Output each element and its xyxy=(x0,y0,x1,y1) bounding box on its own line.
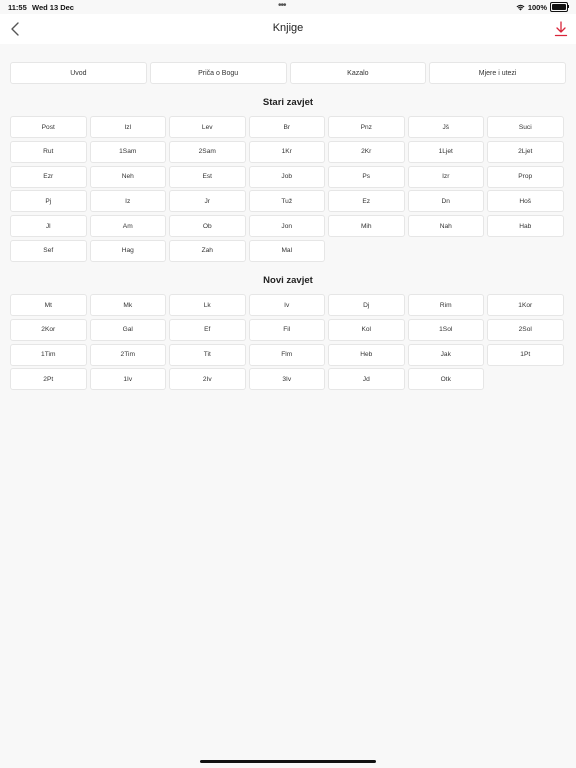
book-button[interactable]: Mk xyxy=(89,294,166,316)
book-button[interactable]: Iv xyxy=(248,294,325,316)
multitasking-dots-icon[interactable]: ••• xyxy=(278,0,286,11)
book-button[interactable]: Lk xyxy=(169,294,246,316)
book-button[interactable]: Kol xyxy=(328,318,405,341)
book-button[interactable]: Br xyxy=(248,116,325,138)
book-button[interactable]: Suci xyxy=(487,116,564,138)
book-button[interactable]: Flm xyxy=(248,343,325,366)
book-button[interactable]: Heb xyxy=(328,343,405,366)
book-button[interactable]: 1Sam xyxy=(89,140,166,163)
book-button[interactable]: Jr xyxy=(169,190,246,213)
book-button[interactable]: Ps xyxy=(328,165,405,188)
book-button[interactable]: 1Ljet xyxy=(407,140,484,163)
book-button[interactable]: Hab xyxy=(487,215,564,238)
home-indicator[interactable] xyxy=(200,760,376,763)
book-button[interactable]: Rut xyxy=(10,140,87,163)
book-button[interactable]: Nah xyxy=(407,215,484,238)
book-button[interactable]: 2Pt xyxy=(10,368,87,391)
book-button[interactable]: Pnz xyxy=(328,116,405,138)
book-button[interactable]: Jon xyxy=(248,215,325,238)
book-button[interactable]: Prop xyxy=(487,165,564,188)
tab-mjere-i-utezi[interactable]: Mjere i utezi xyxy=(429,62,566,84)
book-button[interactable]: Jak xyxy=(407,343,484,366)
battery-icon xyxy=(550,2,569,12)
book-button[interactable]: 2Sol xyxy=(487,318,564,341)
section-title-old-testament: Stari zavjet xyxy=(262,97,314,108)
book-button[interactable]: 1Kr xyxy=(248,140,325,163)
top-tabs: Uvod Priča o Bogu Kazalo Mjere i utezi xyxy=(10,62,566,84)
book-button[interactable]: 2Kor xyxy=(10,318,87,341)
book-button[interactable]: Gal xyxy=(89,318,166,341)
book-button[interactable]: Am xyxy=(89,215,166,238)
book-button[interactable]: Hag xyxy=(89,239,166,262)
book-button[interactable]: 2Iv xyxy=(169,368,246,391)
book-button[interactable]: Mt xyxy=(10,294,87,316)
book-button[interactable]: Tit xyxy=(169,343,246,366)
book-button[interactable]: Mal xyxy=(248,239,325,262)
book-button[interactable]: 1Tim xyxy=(10,343,87,366)
book-button[interactable]: Ob xyxy=(169,215,246,238)
book-button[interactable]: Iz xyxy=(89,190,166,213)
status-right: 100% xyxy=(516,2,569,12)
book-button[interactable]: Ez xyxy=(328,190,405,213)
book-button[interactable]: Mih xyxy=(328,215,405,238)
book-button[interactable]: Est xyxy=(169,165,246,188)
book-button[interactable]: Post xyxy=(10,116,87,138)
book-button[interactable]: Ef xyxy=(169,318,246,341)
tab-prica-o-bogu[interactable]: Priča o Bogu xyxy=(149,62,287,84)
book-button[interactable]: Dn xyxy=(407,190,484,213)
book-button[interactable]: Lev xyxy=(169,116,246,138)
book-button[interactable]: Izl xyxy=(89,116,166,138)
book-button[interactable]: 3Iv xyxy=(248,368,325,391)
book-button[interactable]: 2Kr xyxy=(328,140,405,163)
section-title-new-testament: Novi zavjet xyxy=(263,275,313,286)
book-button[interactable]: Sef xyxy=(10,239,87,262)
book-button[interactable]: Zah xyxy=(169,239,246,262)
download-icon[interactable] xyxy=(554,21,568,37)
book-button[interactable]: 1Kor xyxy=(487,294,564,316)
book-button[interactable]: Job xyxy=(248,165,325,188)
new-testament-grid: Mt Mk Lk Iv Dj Rim 1Kor 2Kor Gal Ef Fil Kol 1Sol 2Sol… xyxy=(10,294,566,391)
book-button[interactable]: Jl xyxy=(10,215,87,238)
book-button[interactable]: 2Sam xyxy=(169,140,246,163)
book-button[interactable]: Ezr xyxy=(10,165,87,188)
book-button[interactable]: Rim xyxy=(407,294,484,316)
book-button[interactable]: Jš xyxy=(407,116,484,138)
book-button[interactable]: Neh xyxy=(89,165,166,188)
tab-kazalo[interactable]: Kazalo xyxy=(289,62,427,84)
wifi-icon xyxy=(516,4,525,10)
book-button[interactable]: Pj xyxy=(10,190,87,213)
book-button[interactable]: Otk xyxy=(407,368,484,391)
status-time: 11:55 xyxy=(8,3,27,12)
book-button[interactable]: 2Tim xyxy=(89,343,166,366)
tab-uvod[interactable]: Uvod xyxy=(10,62,147,84)
book-button[interactable]: 1Sol xyxy=(407,318,484,341)
book-button[interactable]: Izr xyxy=(407,165,484,188)
book-button[interactable]: Dj xyxy=(328,294,405,316)
book-button[interactable]: 1Iv xyxy=(89,368,166,391)
old-testament-grid: Post Izl Lev Br Pnz Jš Suci Rut 1Sam 2Sam 1Kr 2Kr 1L… xyxy=(10,116,566,262)
book-button[interactable]: Fil xyxy=(248,318,325,341)
nav-bar: Knjige xyxy=(0,14,576,44)
page-title: Knjige xyxy=(272,22,304,34)
battery-percent: 100% xyxy=(527,2,547,12)
book-button[interactable]: 2Ljet xyxy=(487,140,564,163)
book-button[interactable]: 1Pt xyxy=(487,343,564,366)
status-bar: 11:55 Wed 13 Dec ••• 100% xyxy=(0,0,576,14)
book-button[interactable]: Hoš xyxy=(487,190,564,213)
book-button[interactable]: Tuž xyxy=(248,190,325,213)
book-button[interactable]: Jd xyxy=(328,368,405,391)
status-date: Wed 13 Dec xyxy=(32,3,74,12)
